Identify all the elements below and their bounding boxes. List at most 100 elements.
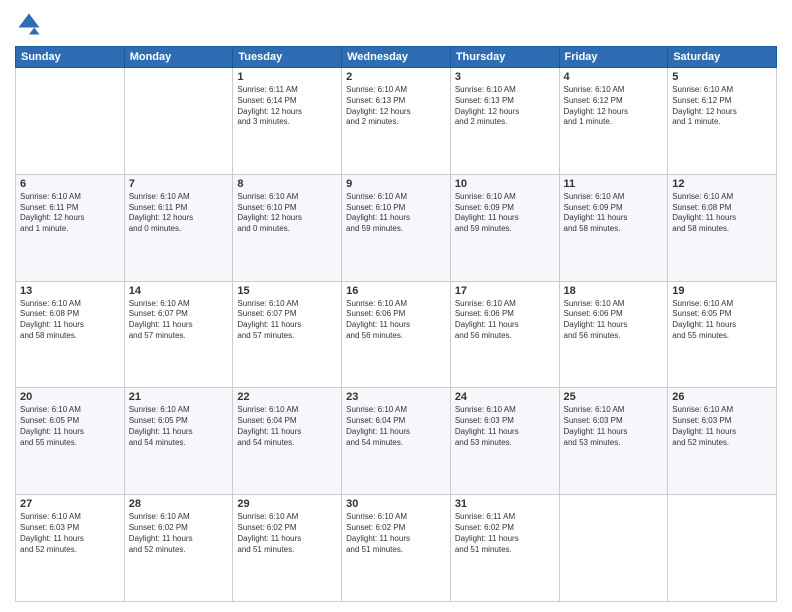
day-cell: 18 Sunrise: 6:10 AMSunset: 6:06 PMDayligh… [559,281,668,388]
day-number: 11 [564,178,664,190]
day-cell: 12Sunrise: 6:10 AMSunset: 6:08 PMDayligh… [668,174,777,281]
day-number: 17 [455,285,555,297]
day-info: Sunrise: 6:10 AMSunset: 6:03 PMDaylight:… [672,405,772,448]
day-cell: 17 Sunrise: 6:10 AMSunset: 6:06 PMDayligh… [450,281,559,388]
week-row-4: 20 Sunrise: 6:10 AMSunset: 6:05 PMDayligh… [16,388,777,495]
day-info: Sunrise: 6:10 AMSunset: 6:13 PMDaylight:… [455,85,555,128]
day-info: Sunrise: 6:10 AMSunset: 6:03 PMDaylight:… [20,512,120,555]
day-info: Sunrise: 6:11 AMSunset: 6:02 PMDaylight:… [455,512,555,555]
day-info: Sunrise: 6:10 AMSunset: 6:03 PMDaylight:… [564,405,664,448]
week-row-1: 1Sunrise: 6:11 AMSunset: 6:14 PMDaylight… [16,68,777,175]
day-info: Sunrise: 6:10 AMSunset: 6:11 PMDaylight:… [20,192,120,235]
day-number: 6 [20,178,120,190]
day-info: Sunrise: 6:10 AMSunset: 6:12 PMDaylight:… [564,85,664,128]
day-cell: 24 Sunrise: 6:10 AMSunset: 6:03 PMDayligh… [450,388,559,495]
day-info: Sunrise: 6:10 AMSunset: 6:03 PMDaylight:… [455,405,555,448]
day-number: 2 [346,71,446,83]
day-info: Sunrise: 6:10 AMSunset: 6:06 PMDaylight:… [564,299,664,342]
day-number: 27 [20,498,120,510]
day-cell [559,495,668,602]
day-info: Sunrise: 6:10 AMSunset: 6:05 PMDaylight:… [20,405,120,448]
header [15,10,777,38]
day-number: 13 [20,285,120,297]
day-info: Sunrise: 6:10 AMSunset: 6:07 PMDaylight:… [129,299,229,342]
day-number: 14 [129,285,229,297]
weekday-saturday: Saturday [668,47,777,68]
day-number: 16 [346,285,446,297]
weekday-thursday: Thursday [450,47,559,68]
logo [15,10,47,38]
page: SundayMondayTuesdayWednesdayThursdayFrid… [0,0,792,612]
day-info: Sunrise: 6:10 AMSunset: 6:05 PMDaylight:… [129,405,229,448]
day-cell: 31 Sunrise: 6:11 AMSunset: 6:02 PMDayligh… [450,495,559,602]
day-info: Sunrise: 6:10 AMSunset: 6:02 PMDaylight:… [237,512,337,555]
day-cell: 2 Sunrise: 6:10 AMSunset: 6:13 PMDaylight… [342,68,451,175]
logo-icon [15,10,43,38]
day-cell: 14 Sunrise: 6:10 AMSunset: 6:07 PMDayligh… [124,281,233,388]
day-cell: 28Sunrise: 6:10 AMSunset: 6:02 PMDayligh… [124,495,233,602]
day-cell: 6 Sunrise: 6:10 AMSunset: 6:11 PMDaylight… [16,174,125,281]
day-number: 21 [129,391,229,403]
week-row-2: 6 Sunrise: 6:10 AMSunset: 6:11 PMDaylight… [16,174,777,281]
day-info: Sunrise: 6:10 AMSunset: 6:06 PMDaylight:… [455,299,555,342]
day-number: 19 [672,285,772,297]
day-info: Sunrise: 6:10 AMSunset: 6:12 PMDaylight:… [672,85,772,128]
day-info: Sunrise: 6:10 AMSunset: 6:09 PMDaylight:… [455,192,555,235]
weekday-wednesday: Wednesday [342,47,451,68]
day-info: Sunrise: 6:10 AMSunset: 6:09 PMDaylight:… [564,192,664,235]
day-cell [124,68,233,175]
day-cell: 26Sunrise: 6:10 AMSunset: 6:03 PMDayligh… [668,388,777,495]
weekday-tuesday: Tuesday [233,47,342,68]
day-number: 15 [237,285,337,297]
day-cell: 22 Sunrise: 6:10 AMSunset: 6:04 PMDayligh… [233,388,342,495]
day-cell: 19 Sunrise: 6:10 AMSunset: 6:05 PMDayligh… [668,281,777,388]
day-cell: 3 Sunrise: 6:10 AMSunset: 6:13 PMDaylight… [450,68,559,175]
day-cell: 15Sunrise: 6:10 AMSunset: 6:07 PMDayligh… [233,281,342,388]
day-number: 28 [129,498,229,510]
day-cell: 23Sunrise: 6:10 AMSunset: 6:04 PMDayligh… [342,388,451,495]
day-cell: 21 Sunrise: 6:10 AMSunset: 6:05 PMDayligh… [124,388,233,495]
day-cell: 27 Sunrise: 6:10 AMSunset: 6:03 PMDayligh… [16,495,125,602]
day-cell: 8 Sunrise: 6:10 AMSunset: 6:10 PMDaylight… [233,174,342,281]
day-cell: 9Sunrise: 6:10 AMSunset: 6:10 PMDaylight… [342,174,451,281]
day-number: 24 [455,391,555,403]
day-cell: 4 Sunrise: 6:10 AMSunset: 6:12 PMDaylight… [559,68,668,175]
day-number: 3 [455,71,555,83]
day-cell: 11 Sunrise: 6:10 AMSunset: 6:09 PMDayligh… [559,174,668,281]
weekday-friday: Friday [559,47,668,68]
calendar-table: SundayMondayTuesdayWednesdayThursdayFrid… [15,46,777,602]
day-info: Sunrise: 6:10 AMSunset: 6:10 PMDaylight:… [237,192,337,235]
day-cell: 30Sunrise: 6:10 AMSunset: 6:02 PMDayligh… [342,495,451,602]
day-cell: 20 Sunrise: 6:10 AMSunset: 6:05 PMDayligh… [16,388,125,495]
day-number: 5 [672,71,772,83]
day-number: 18 [564,285,664,297]
day-cell: 25 Sunrise: 6:10 AMSunset: 6:03 PMDayligh… [559,388,668,495]
day-number: 10 [455,178,555,190]
day-info: Sunrise: 6:10 AMSunset: 6:13 PMDaylight:… [346,85,446,128]
week-row-5: 27 Sunrise: 6:10 AMSunset: 6:03 PMDayligh… [16,495,777,602]
day-cell: 13Sunrise: 6:10 AMSunset: 6:08 PMDayligh… [16,281,125,388]
day-number: 31 [455,498,555,510]
day-cell: 5 Sunrise: 6:10 AMSunset: 6:12 PMDaylight… [668,68,777,175]
day-info: Sunrise: 6:10 AMSunset: 6:10 PMDaylight:… [346,192,446,235]
day-number: 30 [346,498,446,510]
day-cell: 29 Sunrise: 6:10 AMSunset: 6:02 PMDayligh… [233,495,342,602]
day-cell [668,495,777,602]
day-cell [16,68,125,175]
day-number: 20 [20,391,120,403]
day-cell: 16 Sunrise: 6:10 AMSunset: 6:06 PMDayligh… [342,281,451,388]
week-row-3: 13Sunrise: 6:10 AMSunset: 6:08 PMDayligh… [16,281,777,388]
day-number: 22 [237,391,337,403]
day-cell: 1Sunrise: 6:11 AMSunset: 6:14 PMDaylight… [233,68,342,175]
day-number: 29 [237,498,337,510]
day-number: 8 [237,178,337,190]
day-info: Sunrise: 6:10 AMSunset: 6:04 PMDaylight:… [237,405,337,448]
day-cell: 10 Sunrise: 6:10 AMSunset: 6:09 PMDayligh… [450,174,559,281]
day-info: Sunrise: 6:10 AMSunset: 6:06 PMDaylight:… [346,299,446,342]
day-number: 7 [129,178,229,190]
day-number: 25 [564,391,664,403]
day-info: Sunrise: 6:10 AMSunset: 6:05 PMDaylight:… [672,299,772,342]
day-number: 12 [672,178,772,190]
weekday-monday: Monday [124,47,233,68]
day-number: 4 [564,71,664,83]
